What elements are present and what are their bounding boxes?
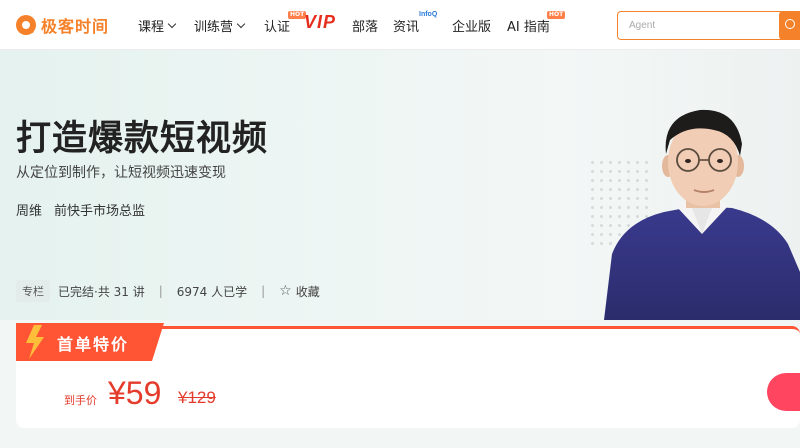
- course-subtitle: 从定位到制作，让短视频迅速变现: [16, 165, 226, 181]
- chevron-down-icon: [167, 19, 177, 29]
- hot-badge: HOT: [547, 11, 566, 19]
- author-info: 周维 前快手市场总监: [16, 200, 145, 219]
- current-price: ¥59: [108, 375, 162, 411]
- nav-enterprise[interactable]: 企业版: [452, 16, 491, 35]
- nav-vip[interactable]: VIP: [304, 12, 336, 33]
- nav-ai-guide[interactable]: AI 指南: [507, 16, 550, 35]
- author-name: 周维: [16, 204, 43, 219]
- top-nav: 极客时间 课程 训练营 认证 HOT VIP 部落 资讯 InfoQ 企业版 A…: [0, 0, 800, 50]
- search-icon: [785, 19, 795, 29]
- author-title: 前快手市场总监: [54, 204, 146, 219]
- nav-tribe-label: 部落: [352, 20, 379, 35]
- course-status: 已完结·共 31 讲: [58, 284, 145, 299]
- price-label: 到手价: [64, 394, 97, 407]
- favorite-button[interactable]: ☆ 收藏: [279, 283, 320, 300]
- nav-courses-label: 课程: [138, 20, 165, 35]
- original-price: ¥129: [178, 388, 216, 407]
- nav-enterprise-label: 企业版: [452, 20, 492, 35]
- promo-banner-text: 首单特价: [57, 335, 130, 354]
- course-meta: 专栏 已完结·共 31 讲 | 6974 人已学 | ☆ 收藏: [16, 280, 320, 302]
- infoq-badge: InfoQ: [419, 11, 438, 18]
- author-photo: [604, 109, 800, 320]
- nav-cert-label: 认证: [264, 20, 291, 35]
- search-input[interactable]: [618, 12, 779, 39]
- logo-text: 极客时间: [41, 17, 110, 36]
- course-hero: 打造爆款短视频 从定位到制作，让短视频迅速变现 周维 前快手市场总监 专栏 已完结…: [0, 50, 800, 320]
- course-title: 打造爆款短视频: [16, 119, 269, 159]
- divider: |: [261, 284, 266, 298]
- star-icon: ☆: [279, 283, 292, 299]
- nav-ai-label: AI 指南: [507, 20, 550, 35]
- favorite-label: 收藏: [295, 284, 320, 299]
- nav-news[interactable]: 资讯: [393, 16, 419, 35]
- nav-camp-label: 训练营: [194, 20, 234, 35]
- chevron-down-icon: [236, 19, 246, 29]
- divider: |: [158, 284, 163, 298]
- nav-tribe[interactable]: 部落: [352, 16, 378, 35]
- logo-icon: [16, 15, 36, 35]
- learner-count: 6974 人已学: [176, 284, 248, 299]
- nav-cert[interactable]: 认证: [264, 16, 290, 35]
- search-box: [617, 11, 800, 40]
- nav-camp[interactable]: 训练营: [194, 16, 246, 35]
- nav-courses[interactable]: 课程: [138, 16, 177, 35]
- logo[interactable]: 极客时间: [16, 13, 109, 37]
- buy-button[interactable]: [767, 373, 800, 411]
- nav-news-label: 资讯: [393, 20, 420, 35]
- search-button[interactable]: [779, 11, 800, 40]
- course-type-tag: 专栏: [16, 280, 50, 302]
